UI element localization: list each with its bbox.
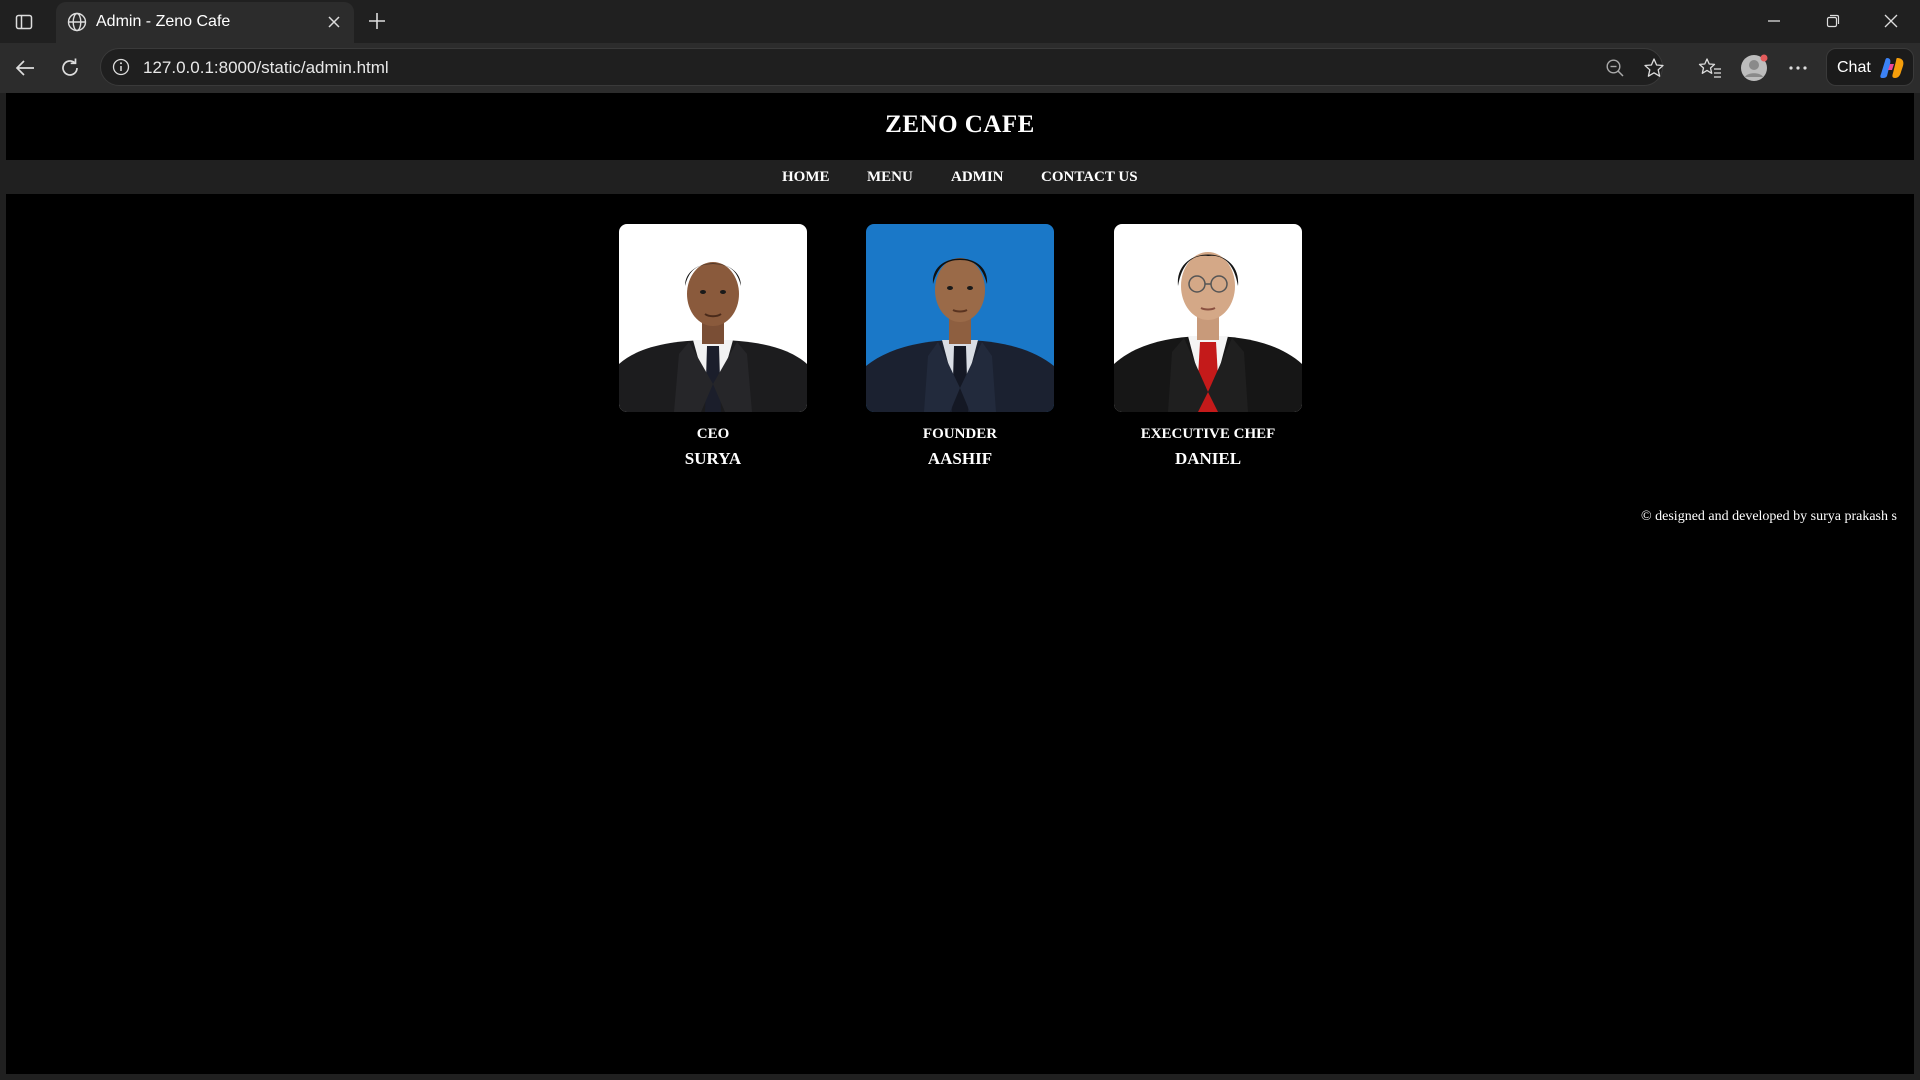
- nav-link-menu[interactable]: MENU: [867, 169, 913, 186]
- team-name: SURYA: [684, 449, 742, 468]
- team-card-ceo: CEO SURYA: [619, 224, 807, 469]
- browser-tab[interactable]: Admin - Zeno Cafe: [56, 2, 354, 43]
- more-options-icon[interactable]: [1783, 53, 1813, 83]
- tab-title: Admin - Zeno Cafe: [96, 13, 231, 30]
- favorites-icon[interactable]: [1695, 53, 1725, 83]
- site-nav: HOME MENU ADMIN CONTACT US: [6, 160, 1914, 194]
- team-card-executive-chef: EXECUTIVE CHEF DANIEL: [1114, 224, 1302, 469]
- close-window-icon[interactable]: [1875, 8, 1907, 34]
- globe-icon: [66, 11, 88, 33]
- site-info-icon[interactable]: [111, 57, 131, 77]
- page-viewport: ZENO CAFE HOME MENU ADMIN CONTACT US CEO…: [6, 93, 1914, 1074]
- nav-link-contact-us[interactable]: CONTACT US: [1041, 169, 1138, 186]
- executive-chef-photo: [1114, 224, 1302, 412]
- address-bar[interactable]: 127.0.0.1:8000/static/admin.html: [100, 48, 1666, 86]
- founder-photo: [866, 224, 1054, 412]
- team-card-founder: FOUNDER AASHIF: [866, 224, 1054, 469]
- browser-toolbar: 127.0.0.1:8000/static/admin.html Chat: [0, 43, 1920, 93]
- team-role: EXECUTIVE CHEF: [1140, 426, 1276, 442]
- team-name: DANIEL: [1174, 449, 1242, 468]
- team-role: CEO: [696, 426, 730, 442]
- back-arrow-icon[interactable]: [10, 53, 40, 83]
- tab-strip: Admin - Zeno Cafe: [0, 0, 1920, 43]
- nav-link-admin[interactable]: ADMIN: [951, 169, 1004, 186]
- close-tab-icon[interactable]: [324, 12, 344, 32]
- reload-icon[interactable]: [55, 53, 85, 83]
- site-title: ZENO CAFE: [885, 111, 1035, 138]
- nav-link-home[interactable]: HOME: [782, 169, 830, 186]
- site-header: ZENO CAFE: [6, 93, 1914, 160]
- zoom-out-icon[interactable]: [1603, 56, 1627, 80]
- team-role: FOUNDER: [922, 426, 998, 442]
- minimize-icon[interactable]: [1758, 8, 1790, 34]
- profile-avatar-icon[interactable]: [1739, 53, 1769, 83]
- chat-button[interactable]: Chat: [1826, 48, 1914, 86]
- new-tab-icon[interactable]: [364, 8, 390, 34]
- url-text[interactable]: 127.0.0.1:8000/static/admin.html: [143, 58, 389, 78]
- copilot-icon: [1879, 56, 1905, 80]
- sidebar-toggle-icon[interactable]: [12, 10, 36, 34]
- footer-credit: © designed and developed by surya prakas…: [1641, 509, 1897, 524]
- chat-label: Chat: [1837, 59, 1871, 76]
- restore-icon[interactable]: [1817, 8, 1849, 34]
- team-name: AASHIF: [927, 449, 993, 468]
- ceo-photo: [619, 224, 807, 412]
- favorite-star-icon[interactable]: [1642, 56, 1666, 80]
